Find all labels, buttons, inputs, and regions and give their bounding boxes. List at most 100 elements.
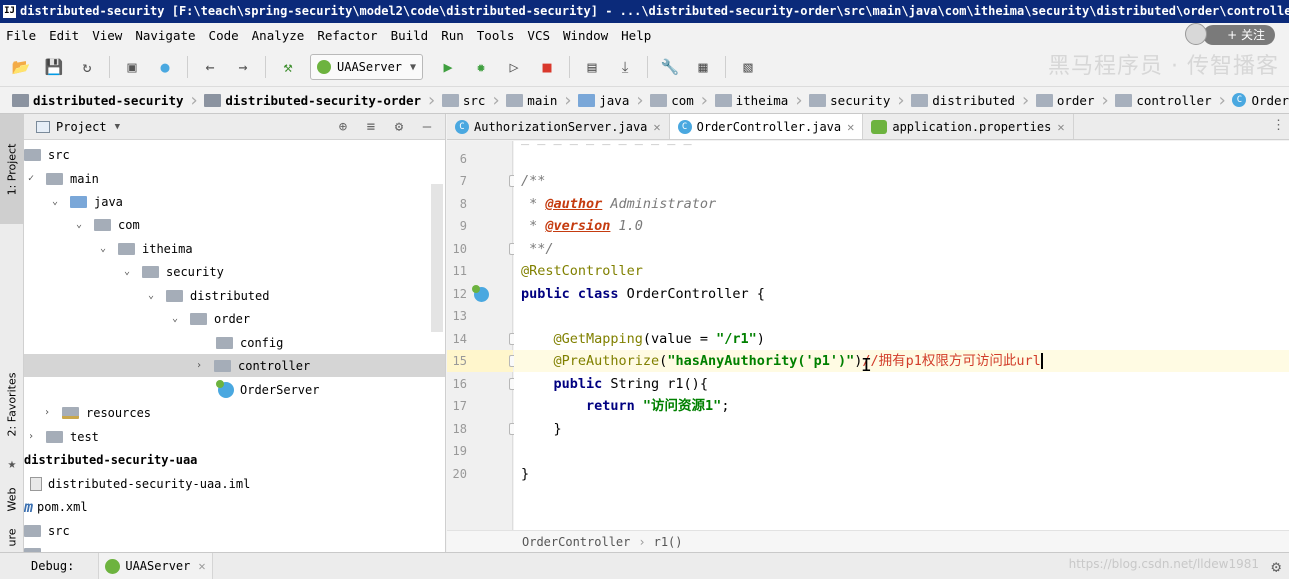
structure-tool-tab[interactable]: ure [0, 522, 24, 552]
tree-node-distributed[interactable]: ⌄ distributed [24, 284, 445, 307]
back-icon[interactable]: ← [199, 56, 221, 78]
breadcrumb-item[interactable]: java [578, 93, 629, 108]
project-scrollbar[interactable] [431, 184, 443, 332]
folder-icon [24, 148, 41, 161]
breadcrumb-item[interactable]: itheima [714, 93, 788, 108]
debug-icon[interactable]: ✹ [470, 56, 492, 78]
tab-list-icon[interactable]: ⋮ [1272, 118, 1285, 133]
tree-node-security[interactable]: ⌄ security [24, 260, 445, 283]
favorites-tool-tab[interactable]: 2: Favorites [0, 354, 24, 454]
tree-node-test[interactable]: › test [24, 425, 445, 448]
breadcrumb-item[interactable]: src [441, 93, 485, 108]
tree-node-iml-file[interactable]: distributed-security-uaa.iml [24, 472, 445, 495]
chevron-right-icon[interactable]: › [192, 360, 206, 371]
code-editor[interactable]: _ _ _ _ _ _ _ _ _ _ _ /** * @author Admi… [514, 141, 1289, 530]
chevron-right-icon[interactable]: › [24, 431, 38, 442]
tree-node-controller[interactable]: › controller [24, 354, 445, 377]
menu-build[interactable]: Build [391, 28, 429, 43]
close-icon[interactable]: ✕ [847, 120, 854, 134]
tree-node-src[interactable]: src [24, 143, 445, 166]
dropdown-arrow-icon[interactable]: ▼ [115, 122, 120, 132]
tree-node-com[interactable]: ⌄ com [24, 213, 445, 236]
line-number: 7 [459, 174, 467, 188]
run-icon[interactable]: ▶ [437, 56, 459, 78]
menu-edit[interactable]: Edit [49, 28, 79, 43]
tree-node-module-uaa[interactable]: distributed-security-uaa [24, 448, 445, 471]
project-structure-icon[interactable]: ▣ [121, 56, 143, 78]
close-icon[interactable]: ✕ [198, 559, 205, 573]
breadcrumb-item[interactable]: main [506, 93, 557, 108]
tab-authorizationserver[interactable]: C AuthorizationServer.java ✕ [447, 114, 670, 139]
breadcrumb-item[interactable]: com [650, 93, 694, 108]
breadcrumb-item[interactable]: distributed-security-order [204, 93, 421, 108]
menu-run[interactable]: Run [441, 28, 464, 43]
web-tool-tab[interactable]: Web [0, 479, 24, 519]
sync-icon[interactable]: ↻ [76, 56, 98, 78]
crumb-method[interactable]: r1() [654, 535, 683, 549]
hide-icon[interactable]: — [417, 117, 437, 137]
menu-help[interactable]: Help [621, 28, 651, 43]
gear-icon[interactable]: ⚙ [389, 117, 409, 137]
tree-node-main[interactable]: ✓ main [24, 167, 445, 190]
menu-code[interactable]: Code [209, 28, 239, 43]
chevron-down-icon[interactable]: ✓ [24, 173, 38, 184]
tree-node-java[interactable]: ⌄ java [24, 190, 445, 213]
menu-tools[interactable]: Tools [477, 28, 515, 43]
line-number: 17 [452, 399, 467, 413]
menu-vcs[interactable]: VCS [527, 28, 550, 43]
chevron-down-icon[interactable]: ⌄ [72, 219, 86, 230]
chevron-down-icon[interactable]: ⌄ [96, 243, 110, 254]
forward-icon[interactable]: → [232, 56, 254, 78]
tree-node-order[interactable]: ⌄ order [24, 307, 445, 330]
open-folder-icon[interactable]: 📂 [10, 56, 32, 78]
tab-application-properties[interactable]: application.properties ✕ [863, 114, 1074, 139]
menu-navigate[interactable]: Navigate [135, 28, 195, 43]
collapse-all-icon[interactable]: ≡ [361, 117, 381, 137]
vcs-update-icon[interactable]: ▤ [581, 56, 603, 78]
save-icon[interactable]: 💾 [43, 56, 65, 78]
breadcrumb-item[interactable]: security [809, 93, 890, 108]
menu-analyze[interactable]: Analyze [252, 28, 305, 43]
project-panel-title[interactable]: Project [56, 120, 107, 134]
tree-node-resources[interactable]: › resources [24, 401, 445, 424]
menu-file[interactable]: File [6, 28, 36, 43]
download-icon[interactable]: ⤓ [614, 56, 636, 78]
chevron-right-icon[interactable]: › [40, 407, 54, 418]
stop-icon[interactable]: ■ [536, 56, 558, 78]
tree-node-src-uaa[interactable]: src [24, 519, 445, 542]
tree-node-orderserver[interactable]: OrderServer [24, 378, 445, 401]
breadcrumb-item[interactable]: COrderContro [1232, 93, 1289, 108]
breadcrumb-item[interactable]: distributed [911, 93, 1015, 108]
breadcrumb-item[interactable]: order [1035, 93, 1095, 108]
tab-ordercontroller[interactable]: C OrderController.java ✕ [669, 114, 864, 139]
run-with-coverage-icon[interactable]: ▷ [503, 56, 525, 78]
locate-target-icon[interactable]: ⊕ [333, 117, 353, 137]
settings-wrench-icon[interactable]: 🔧 [659, 56, 681, 78]
follow-button[interactable]: + 关注 [1185, 23, 1275, 45]
crumb-class[interactable]: OrderController [522, 535, 630, 549]
tree-node-pom[interactable]: m pom.xml [24, 495, 445, 518]
gear-icon[interactable]: ⚙ [1271, 557, 1281, 576]
chevron-down-icon[interactable]: ⌄ [48, 196, 62, 207]
menu-view[interactable]: View [92, 28, 122, 43]
chevron-down-icon[interactable]: ⌄ [144, 290, 158, 301]
breadcrumb-item[interactable]: controller [1115, 93, 1212, 108]
menu-window[interactable]: Window [563, 28, 608, 43]
project-structure-settings-icon[interactable]: ▦ [692, 56, 714, 78]
debug-tab-uaaserver[interactable]: UAAServer ✕ [98, 553, 213, 579]
menu-refactor[interactable]: Refactor [317, 28, 377, 43]
class-icon[interactable]: ● [154, 56, 176, 78]
tree-node-config[interactable]: config [24, 331, 445, 354]
chevron-down-icon[interactable]: ⌄ [168, 313, 182, 324]
project-tool-tab[interactable]: 1: Project [0, 114, 24, 224]
tasks-icon[interactable]: ▧ [737, 56, 759, 78]
close-icon[interactable]: ✕ [653, 120, 660, 134]
breadcrumb-item[interactable]: distributed-security [12, 93, 184, 108]
tree-node-itheima[interactable]: ⌄ itheima [24, 237, 445, 260]
close-icon[interactable]: ✕ [1057, 120, 1064, 134]
spring-bean-gutter-icon[interactable] [472, 285, 489, 302]
window-title: distributed-security [F:\teach\spring-se… [20, 4, 1289, 18]
run-configuration-select[interactable]: UAAServer ▼ [310, 54, 424, 80]
build-hammer-icon[interactable]: ⚒ [277, 56, 299, 78]
chevron-down-icon[interactable]: ⌄ [120, 266, 134, 277]
